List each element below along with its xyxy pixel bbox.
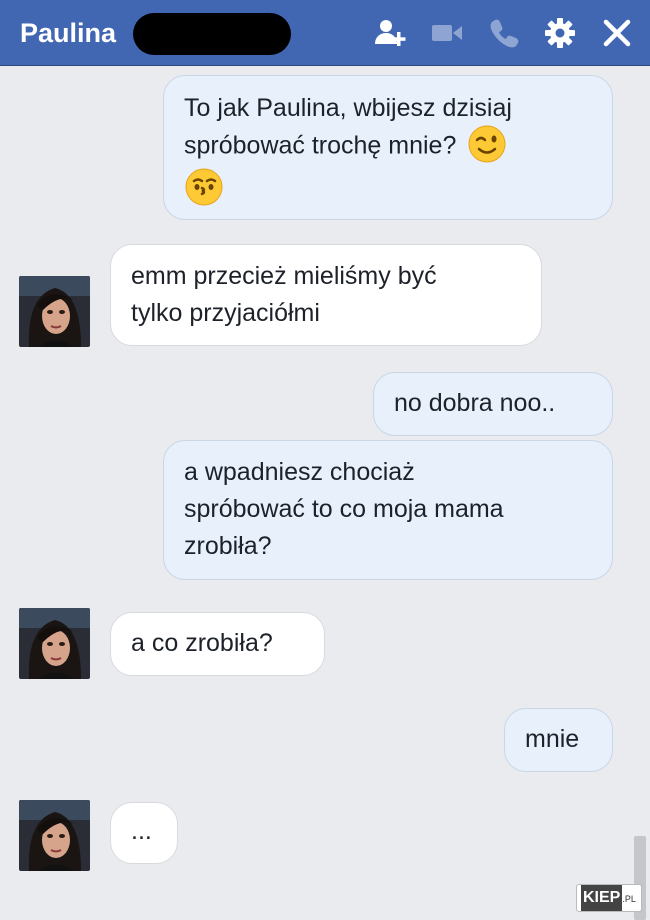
gear-icon[interactable] <box>543 16 577 50</box>
message-line: a co zrobiła? <box>131 629 273 657</box>
message-line: To jak Paulina, wbijesz dzisiaj <box>184 94 512 122</box>
message-line: spróbować to co moja mama <box>184 495 504 523</box>
message-list[interactable]: To jak Paulina, wbijesz dzisiaj spróbowa… <box>0 66 650 920</box>
incoming-message[interactable]: emm przecież mieliśmy być tylko przyjaci… <box>110 244 542 346</box>
message-line: no dobra noo.. <box>394 389 556 417</box>
redaction-bar <box>133 13 291 55</box>
message-line: ... <box>131 817 152 845</box>
phone-icon[interactable] <box>487 16 521 50</box>
contact-name[interactable]: Paulina <box>20 17 116 49</box>
close-icon[interactable] <box>600 16 634 50</box>
avatar[interactable] <box>19 276 90 347</box>
message-line: emm przecież mieliśmy być <box>131 262 437 290</box>
message-line: spróbować trochę mnie? <box>184 131 457 160</box>
message-line: zrobiła? <box>184 532 272 560</box>
outgoing-message[interactable]: To jak Paulina, wbijesz dzisiaj spróbowa… <box>163 75 613 220</box>
kissing-face-emoji-icon <box>184 167 224 207</box>
message-line: mnie <box>525 725 580 753</box>
chat-header: Paulina <box>0 0 650 66</box>
outgoing-message[interactable]: no dobra noo.. <box>373 372 613 436</box>
avatar[interactable] <box>19 800 90 871</box>
message-line: a wpadniesz chociaż <box>184 458 415 486</box>
avatar[interactable] <box>19 608 90 679</box>
outgoing-message[interactable]: mnie <box>504 708 613 772</box>
message-line: tylko przyjaciółmi <box>131 299 320 327</box>
outgoing-message[interactable]: a wpadniesz chociaż spróbować to co moja… <box>163 440 613 580</box>
watermark-logo: KIEP .PL <box>576 884 642 912</box>
winking-face-emoji-icon <box>467 124 507 164</box>
add-person-icon[interactable] <box>373 16 407 50</box>
incoming-message[interactable]: ... <box>110 802 178 864</box>
incoming-message[interactable]: a co zrobiła? <box>110 612 325 676</box>
video-call-icon[interactable] <box>430 16 464 50</box>
